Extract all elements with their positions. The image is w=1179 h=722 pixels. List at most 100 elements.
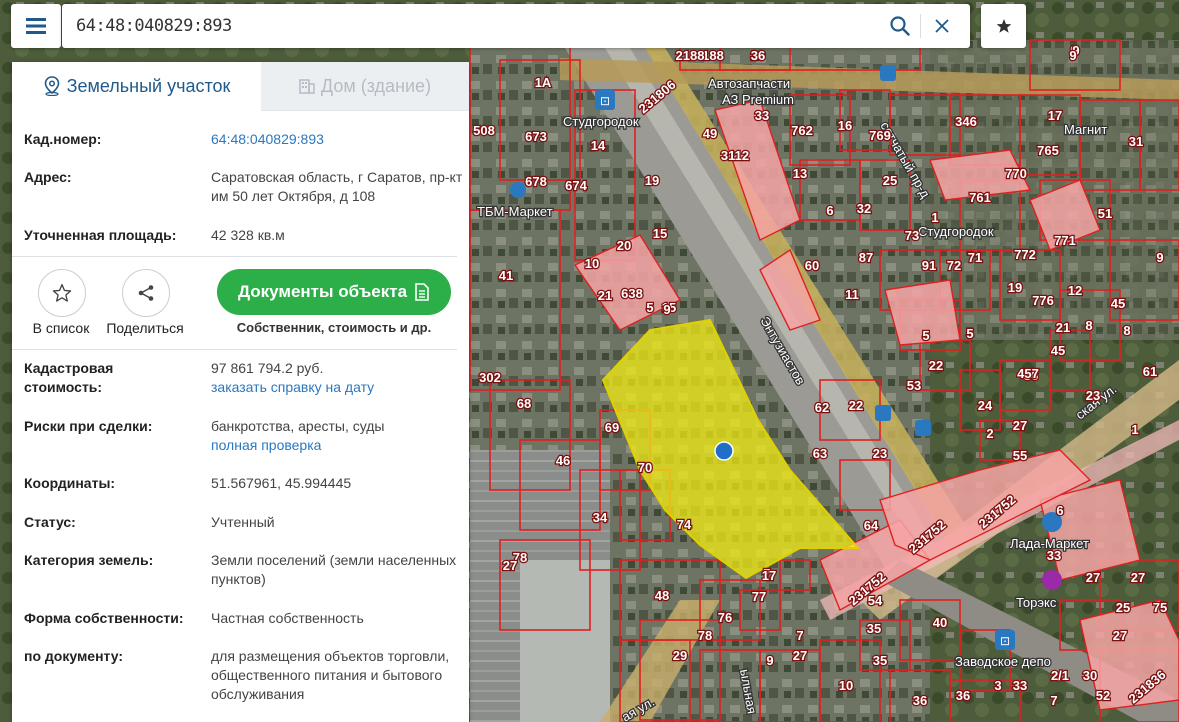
ownership-value: Частная собственность — [211, 610, 364, 626]
documents-button-label: Документы объекта — [237, 282, 408, 301]
coords-label: Координаты: — [24, 475, 116, 491]
parcel-number: 19 — [1008, 280, 1022, 295]
parcel-number: 27 — [1113, 628, 1127, 643]
parcel-number: 52 — [1096, 688, 1110, 703]
parcel-number: 36 — [956, 688, 970, 703]
parcel-number: 1 — [1131, 422, 1138, 437]
parcel-number: 10 — [839, 678, 853, 693]
parcel-number: 51 — [1098, 206, 1112, 221]
parcel-number: 638 — [621, 286, 643, 301]
parcel-number: 7 — [1050, 693, 1057, 708]
area-value: 42 328 кв.м — [211, 227, 285, 243]
documents-button[interactable]: Документы объекта — [217, 269, 451, 315]
parcel-number: 21 — [598, 288, 612, 303]
status-value: Учтенный — [211, 514, 275, 530]
map-label-stop1: Студгородок — [563, 114, 639, 129]
parcel-number: 762 — [791, 123, 813, 138]
parcel-number: 55 — [1013, 448, 1027, 463]
share-button[interactable] — [122, 269, 170, 317]
favorites-button[interactable] — [981, 4, 1026, 48]
parcel-number: 5 — [922, 328, 929, 343]
parcel-number: 45 — [1051, 343, 1065, 358]
parcel-number: 32 — [857, 201, 871, 216]
tab-land-plot[interactable]: Земельный участок — [12, 62, 261, 110]
parcel-number: 34 — [593, 510, 608, 525]
parcel-number: 769 — [869, 128, 891, 143]
location-pin-icon — [44, 76, 59, 96]
parcel-number: 302 — [479, 370, 501, 385]
parcel-number: 73 — [905, 228, 919, 243]
parcel-number: 13 — [793, 166, 807, 181]
map-label-store3: ТБМ-Маркет — [477, 204, 553, 219]
star-outline-icon — [52, 284, 72, 302]
search-button[interactable] — [886, 12, 914, 40]
share-label: Поделиться — [106, 320, 184, 336]
parcel-number: 9 — [766, 653, 773, 668]
parcel-number: 22 — [849, 398, 863, 413]
parcel-number: 23 — [873, 446, 887, 461]
parcel-number: 61 — [1143, 364, 1157, 379]
parcel-number: 91 — [922, 258, 936, 273]
parcel-number: 27 — [1086, 570, 1100, 585]
parcel-number: 2 — [986, 426, 993, 441]
parcel-number: 5 — [966, 326, 973, 341]
building-icon — [299, 79, 315, 94]
cost-label: Кадастровая стоимость: — [24, 360, 114, 395]
clear-search-button[interactable] — [928, 12, 956, 40]
search-input[interactable]: 64:48:040829:893 — [76, 4, 232, 48]
parcel-number: 33 — [1013, 678, 1027, 693]
parcel-number: 508 — [473, 123, 495, 138]
parcel-number: 27 — [793, 648, 807, 663]
parcel-number: 31 — [1129, 134, 1143, 149]
parcel-number: 673 — [525, 129, 547, 144]
parcel-number: 33 — [755, 108, 769, 123]
parcel-number: 40 — [933, 615, 947, 630]
risks-value: банкротства, аресты, суды — [211, 418, 385, 434]
parcel-number: 14 — [591, 138, 606, 153]
risks-value-block: банкротства, аресты, суды полная проверк… — [211, 417, 466, 455]
parcel-number: 25 — [1116, 600, 1130, 615]
parcel-number: 761 — [969, 190, 991, 205]
cad-number-value[interactable]: 64:48:040829:893 — [211, 130, 466, 149]
parcel-number: 36 — [751, 48, 765, 63]
search-icon — [890, 16, 910, 36]
parcel-number: 71 — [968, 250, 982, 265]
category-value: Земли поселений (земли населенных пункто… — [211, 552, 457, 587]
add-to-list-button[interactable] — [38, 269, 86, 317]
parcel-number: 33 — [1047, 548, 1061, 563]
address-label: Адрес: — [24, 169, 72, 185]
search-box[interactable]: 64:48:040829:893 — [62, 4, 970, 48]
order-certificate-link[interactable]: заказать справку на дату — [211, 378, 466, 397]
parcel-number: 9 — [1156, 250, 1163, 265]
parcel-number: 16 — [838, 118, 852, 133]
parcel-number: 12 — [1068, 283, 1082, 298]
parcel-number: 35 — [873, 653, 887, 668]
coords-value: 51.567961, 45.994445 — [211, 475, 352, 491]
parcel-number: 9 — [663, 302, 670, 317]
parcel-number: 9 — [1069, 48, 1076, 63]
parcel-number: 770 — [1005, 166, 1027, 181]
parcel-number: 64 — [864, 518, 879, 533]
parcel-number: 76 — [718, 610, 732, 625]
parcel-number: 6 — [1056, 503, 1063, 518]
parcel-number: 48 — [655, 588, 669, 603]
menu-button[interactable] — [11, 4, 61, 48]
parcel-number: 765 — [1037, 143, 1059, 158]
map-label-store6: Магнит — [1064, 122, 1107, 137]
parcel-number: 17 — [762, 568, 776, 583]
parcel-number: 68 — [517, 396, 531, 411]
tab-building[interactable]: Дом (здание) — [261, 62, 469, 111]
parcel-number: 41 — [499, 268, 513, 283]
parcel-number: 29 — [673, 648, 687, 663]
parcel-number: 1A — [535, 75, 552, 90]
parcel-number: 8 — [1085, 318, 1092, 333]
parcel-number: 11 — [845, 287, 859, 302]
parcel-number: 1 — [931, 210, 938, 225]
document-icon — [415, 283, 429, 301]
panel-tabs: Земельный участок Дом (здание) — [12, 62, 469, 111]
risks-label: Риски при сделки: — [24, 418, 153, 434]
full-check-link[interactable]: полная проверка — [211, 436, 466, 455]
ownership-label: Форма собственности: — [24, 610, 184, 626]
divider — [12, 256, 457, 257]
parcel-number: 78 — [698, 628, 712, 643]
